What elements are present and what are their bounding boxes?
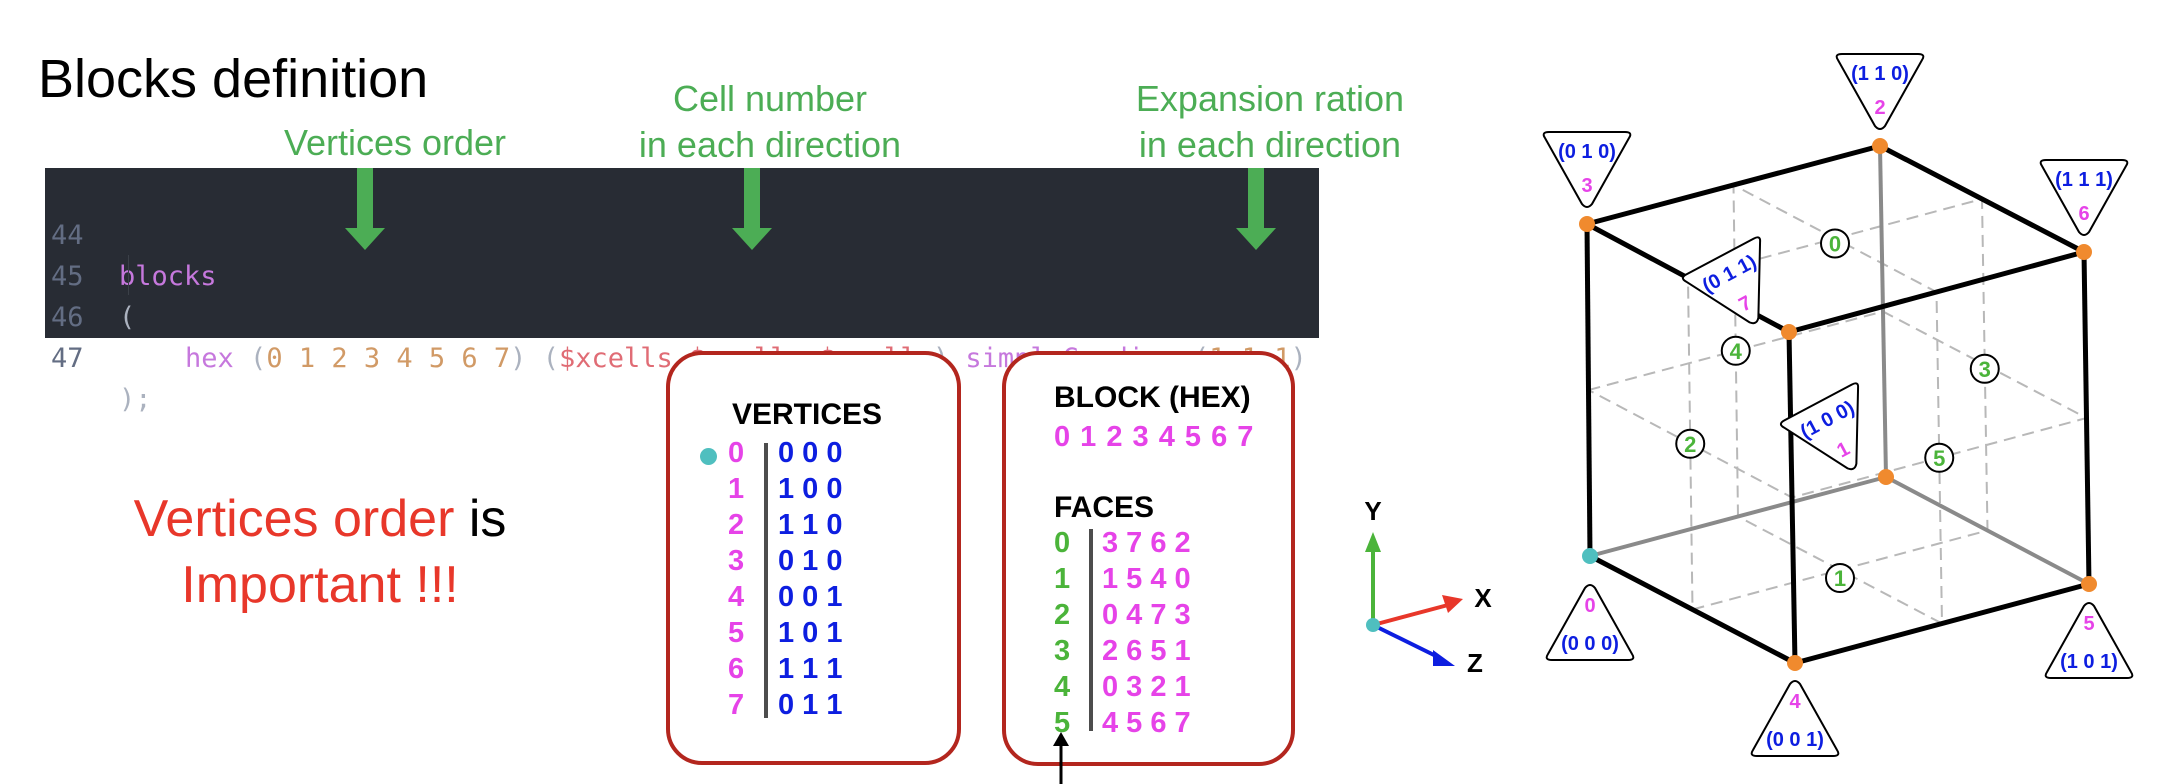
visible-edge bbox=[1788, 249, 2085, 335]
visible-edge bbox=[1786, 331, 1798, 664]
vertex-index-label: 4 bbox=[1789, 691, 1801, 713]
vertex-coords-label: (1 1 0) bbox=[1851, 63, 1909, 85]
vertex-coords-label: (0 0 0) bbox=[1561, 633, 1619, 655]
vertex-label-1: (1 0 0)1 bbox=[1779, 382, 1860, 471]
vertex-label-5: (1 0 1) 5 bbox=[2044, 602, 2134, 679]
vertex-index-label: 6 bbox=[2078, 203, 2089, 225]
vertex-dot bbox=[1878, 469, 1894, 485]
vertex-label-2: (1 1 0) 2 bbox=[1835, 53, 1925, 130]
face-label: 3 bbox=[1979, 357, 1991, 382]
vertex-label-3: (0 1 0) 3 bbox=[1542, 131, 1632, 208]
vertex-dot bbox=[1872, 138, 1888, 154]
vertex-coords-label: (1 1 1) bbox=[2055, 169, 2113, 191]
vertex-index-label: 5 bbox=[2083, 613, 2094, 635]
vertex-coords-label: (0 1 0) bbox=[1558, 141, 1616, 163]
vertex-label-6: (1 1 1) 6 bbox=[2039, 159, 2129, 236]
visible-edge bbox=[1584, 223, 1593, 557]
face-label: 1 bbox=[1834, 566, 1846, 591]
vertex-label-0: (0 0 0) 0 bbox=[1545, 584, 1635, 661]
face-label: 4 bbox=[1730, 339, 1743, 364]
vertex-dot bbox=[1579, 216, 1595, 232]
vertex-dot bbox=[2076, 244, 2092, 260]
vertex-coords-label: (0 0 1) bbox=[1766, 729, 1824, 751]
vertex-index-label: 0 bbox=[1584, 595, 1595, 617]
face-label: 0 bbox=[1829, 232, 1841, 257]
vertex-dot bbox=[2081, 576, 2097, 592]
vertex-label-4: (0 0 1) 4 bbox=[1750, 680, 1840, 757]
hex-block-cube: 012345(0 0 0)0(1 0 0)1(1 1 0)2(0 1 0)3(0… bbox=[1542, 53, 2134, 757]
vertex-coords-label: (1 0 1) bbox=[2060, 651, 2118, 673]
vertex-dot bbox=[1787, 655, 1803, 671]
vertex-index-label: 2 bbox=[1874, 97, 1885, 119]
vertex-index-label: 3 bbox=[1581, 175, 1592, 197]
vertex-label-triangle bbox=[1779, 382, 1860, 471]
face-label: 2 bbox=[1684, 432, 1696, 457]
visible-edge bbox=[2081, 251, 2092, 585]
vertex-dot bbox=[1781, 324, 1797, 340]
face-label: 5 bbox=[1933, 446, 1945, 471]
origin-vertex-dot bbox=[1582, 548, 1598, 564]
